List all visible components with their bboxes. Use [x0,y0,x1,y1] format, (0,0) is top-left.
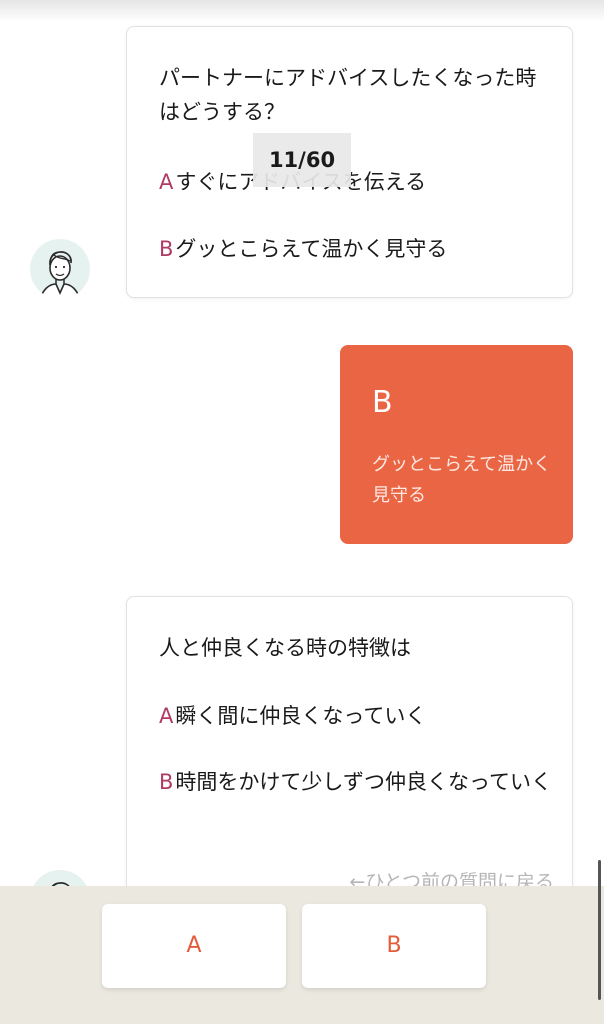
question-card: 人と仲良くなる時の特徴は A瞬く間に仲良くなっていく B時間をかけて少しずつ仲良… [126,596,573,936]
option-text: 瞬く間に仲良くなっていく [175,704,427,728]
option-b: B時間をかけて少しずつ仲良くなっていく [159,765,556,799]
option-text: 時間をかけて少しずつ仲良くなっていく [175,770,552,794]
option-a: Aすぐにアドバイスを伝える [159,165,556,199]
question-text: 人と仲良くなる時の特徴は [159,636,411,660]
option-letter: B [159,237,174,261]
progress-counter: 11/60 [253,133,351,187]
header-shadow [0,0,604,22]
choice-a-button[interactable]: A [102,904,286,988]
option-letter: A [159,704,174,728]
option-letter: B [159,770,174,794]
answer-choice-bar: A B [0,886,604,1024]
answer-letter: B [372,385,393,420]
question-text: パートナーにアドバイスしたくなった時はどうする？ [159,66,537,124]
answer-bubble: B グッとこらえて温かく見守る [340,345,573,544]
answer-text: グッとこらえて温かく見守る [372,454,552,506]
option-letter: A [159,170,174,194]
option-text: グッとこらえて温かく見守る [175,237,448,261]
option-a: A瞬く間に仲良くなっていく [159,699,556,733]
scrollbar[interactable] [598,860,601,1000]
advisor-avatar-icon [30,239,90,299]
choice-b-button[interactable]: B [302,904,486,988]
option-b: Bグッとこらえて温かく見守る [159,232,556,266]
